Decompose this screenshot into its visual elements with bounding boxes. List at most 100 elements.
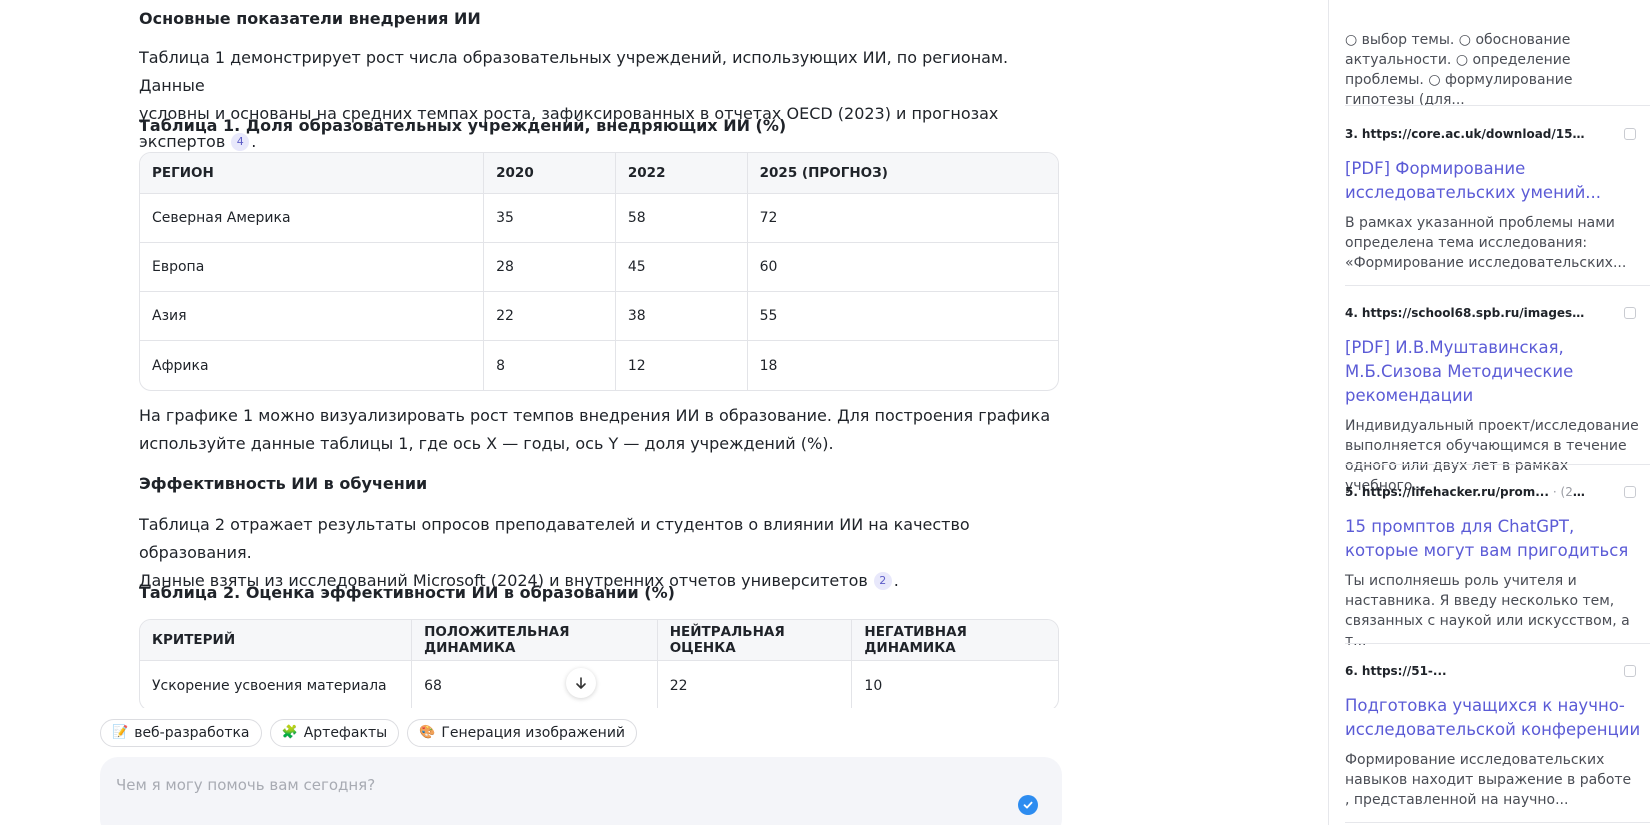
source-url[interactable]: 5.https://lifehacker.ru/prom...· (2023-0…: [1345, 483, 1585, 501]
table-cell: 45: [615, 243, 748, 292]
table-1: Регион 2020 2022 2025 (прогноз) Северная Ам…: [139, 152, 1059, 391]
source-title-link[interactable]: [PDF] Формирование исследовательских уме…: [1345, 157, 1645, 205]
source-2-url-cutoff: [1345, 4, 1635, 10]
palette-icon: 🎨: [419, 725, 436, 740]
source-url-text: https://51-...: [1361, 664, 1447, 678]
source-separator: [1345, 822, 1650, 823]
arrow-down-icon: [576, 677, 586, 689]
source-number: 5.: [1345, 485, 1358, 499]
chip-label: веб-разработка: [134, 725, 250, 741]
source-url[interactable]: 6. https://51-...: [1345, 662, 1585, 680]
source-number: 4.: [1345, 306, 1358, 320]
source-date: · (2023-08-17): [1552, 485, 1585, 499]
table-cell: 68: [412, 661, 658, 708]
table-cell: Северная Америка: [140, 194, 485, 243]
table-header-cell: Негативная динамика: [852, 620, 1058, 661]
source-item[interactable]: 3.https://core.ac.uk/download/156948622.…: [1345, 125, 1650, 273]
section-heading-adoption: Основные показатели внедрения ИИ: [139, 9, 481, 28]
table-cell: 10: [864, 677, 883, 694]
table-cell: 72: [747, 194, 1058, 243]
suggestion-chip[interactable]: 🧩 Артефакты: [269, 719, 400, 747]
source-checkbox[interactable]: [1624, 128, 1636, 140]
check-icon: [1023, 801, 1033, 809]
source-url-text: https://school68.spb.ru/images/doc/GIA..…: [1361, 306, 1585, 320]
source-separator: [1345, 464, 1650, 465]
table-row: Азия 22 38 55: [140, 292, 1058, 341]
table-cell: 38: [615, 292, 748, 341]
answer-content: Основные показатели внедрения ИИ Таблица…: [139, 0, 1059, 708]
source-url[interactable]: 3.https://core.ac.uk/download/156948622.…: [1345, 125, 1585, 143]
source-url-text: https://lifehacker.ru/prom...: [1361, 485, 1549, 499]
source-number: 6.: [1345, 664, 1358, 678]
table-cell: 55: [747, 292, 1058, 341]
table-cell: 8: [484, 341, 616, 390]
paragraph-2: На графике 1 можно визуализировать рост …: [139, 402, 1059, 458]
paragraph-1-line-1: Таблица 1 демонстрирует рост числа образ…: [139, 48, 1009, 95]
paragraph-3-line-1: Таблица 2 отражает результаты опросов пр…: [139, 515, 970, 562]
source-item[interactable]: 5.https://lifehacker.ru/prom...· (2023-0…: [1345, 483, 1650, 651]
table-row: Африка 8 12 18: [140, 341, 1058, 390]
table-header-cell: Критерий: [140, 620, 413, 661]
table-cell: Европа: [140, 243, 485, 292]
paragraph-1: Таблица 1 демонстрирует рост числа образ…: [139, 44, 1059, 156]
table-header-cell: Положительная динамика: [412, 620, 658, 661]
source-separator: [1345, 285, 1650, 286]
source-title-link[interactable]: 15 промптов для ChatGPT, которые могут в…: [1345, 515, 1645, 563]
table-cell: 60: [747, 243, 1058, 292]
chip-label: Артефакты: [303, 725, 388, 741]
source-checkbox[interactable]: [1624, 307, 1636, 319]
table-row: Северная Америка 35 58 72: [140, 194, 1058, 243]
suggestion-chip[interactable]: 📝 веб-разработка: [100, 719, 262, 747]
source-number: 3.: [1345, 127, 1358, 141]
source-url[interactable]: 4.https://school68.spb.ru/images/doc/GIA…: [1345, 304, 1585, 322]
chat-main-panel: Основные показатели внедрения ИИ Таблица…: [0, 0, 1328, 825]
source-separator: [1345, 105, 1650, 106]
citation-badge[interactable]: 2: [873, 572, 892, 590]
suggestion-chips: 📝 веб-разработка 🧩 Артефакты 🎨 Генерация изоб…: [100, 719, 638, 747]
source-title-link[interactable]: [PDF] И.В.Муштавинская, М.Б.Сизова Метод…: [1345, 336, 1645, 408]
chat-input-box: [100, 757, 1062, 825]
table-cell: Азия: [140, 292, 485, 341]
table-cell: 28: [484, 243, 616, 292]
source-checkbox[interactable]: [1624, 486, 1636, 498]
source-item[interactable]: 6. https://51-... Подготовка учащихся к на…: [1345, 662, 1650, 810]
send-button[interactable]: [1018, 795, 1038, 815]
table-row: Ускорение усвоения материала 68 22 10: [140, 661, 1058, 708]
source-snippet: Формирование исследовательских навыков н…: [1345, 752, 1632, 808]
source-snippet: Ты исполняешь роль учителя и наставника.…: [1345, 573, 1630, 649]
table-cell: 35: [484, 194, 616, 243]
table-cell: 22: [658, 661, 853, 708]
table-cell: 58: [615, 194, 748, 243]
paragraph-2-line-2: используйте данные таблицы 1, где ось X …: [139, 434, 834, 453]
section-heading-effectiveness: Эффективность ИИ в обучении: [139, 474, 428, 493]
pencil-note-icon: 📝: [112, 725, 129, 740]
suggestion-chip[interactable]: 🎨 Генерация изображений: [407, 719, 638, 747]
table-1-title: Таблица 1. Доля образовательных учрежден…: [139, 116, 787, 135]
table-cell: 22: [484, 292, 616, 341]
scroll-down-button[interactable]: [566, 668, 596, 698]
source-2-snippet: ○ выбор темы. ○ обоснование актуальности…: [1345, 32, 1573, 108]
puzzle-icon: 🧩: [281, 725, 298, 740]
source-separator: [1345, 643, 1650, 644]
source-title-link[interactable]: Подготовка учащихся к научно-исследовате…: [1345, 694, 1645, 742]
source-url-text: https://core.ac.uk/download/156948622...…: [1361, 127, 1585, 141]
table-2-title: Таблица 2. Оценка эффективности ИИ в обр…: [139, 583, 675, 602]
table-header-cell: 2025 (прогноз): [747, 153, 1058, 194]
table-row: Европа 28 45 60: [140, 243, 1058, 292]
table-cell: 12: [616, 341, 748, 390]
table-2: Критерий Положительная динамика Нейтральна…: [139, 619, 1059, 708]
table-header-cell: Регион: [140, 153, 485, 194]
table-header-cell: Нейтральная оценка: [657, 620, 853, 661]
source-checkbox[interactable]: [1624, 665, 1636, 677]
table-cell: Африка: [140, 341, 485, 390]
source-item[interactable]: 4.https://school68.spb.ru/images/doc/GIA…: [1345, 304, 1650, 496]
paragraph-2-line-1: На графике 1 можно визуализировать рост …: [139, 406, 1051, 425]
table-cell: Ускорение усвоения материала: [140, 661, 413, 708]
source-snippet: В рамках указанной проблемы нами определ…: [1345, 215, 1627, 271]
sources-panel: ○ выбор темы. ○ обоснование актуальности…: [1329, 0, 1650, 825]
chat-input[interactable]: [116, 773, 996, 797]
table-header-cell: 2022: [615, 153, 748, 194]
chip-label: Генерация изображений: [441, 725, 626, 741]
table-cell: 18: [759, 357, 778, 374]
table-header-cell: 2020: [484, 153, 616, 194]
